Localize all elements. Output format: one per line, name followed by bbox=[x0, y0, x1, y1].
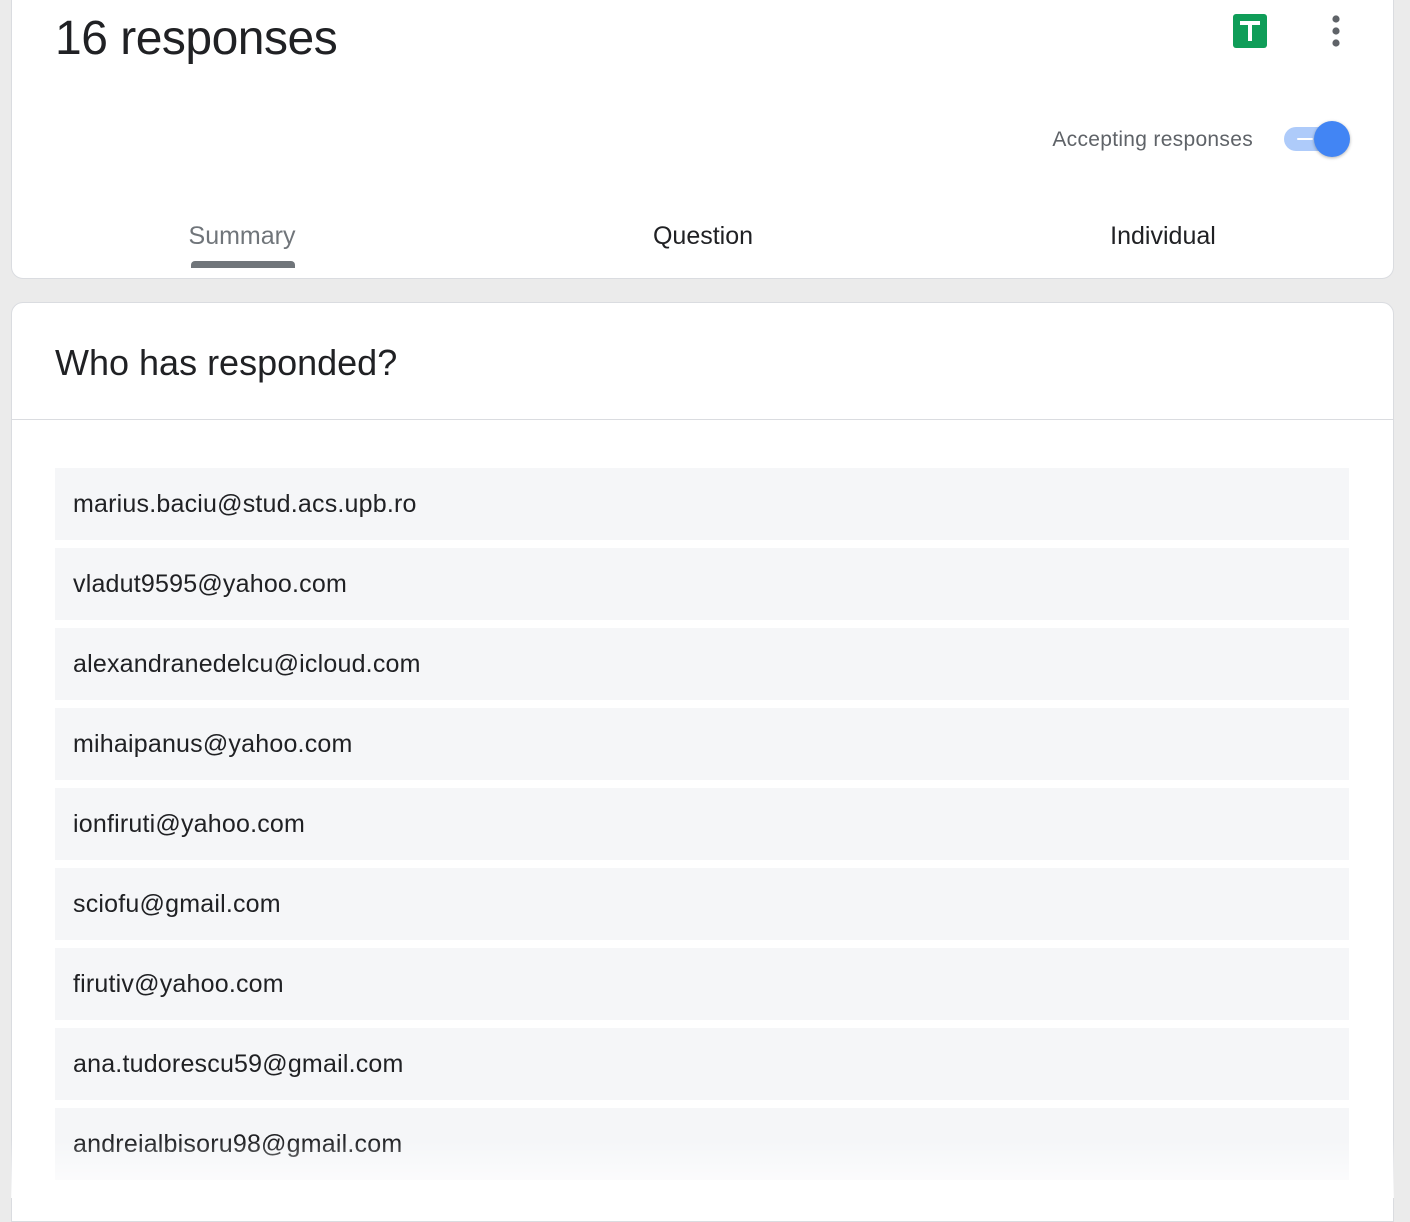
responses-header-card: 16 responses Accepting responses Summary… bbox=[11, 0, 1394, 279]
respondent-email: vladut9595@yahoo.com bbox=[73, 569, 347, 598]
respondent-row[interactable]: ana.tudorescu59@gmail.com bbox=[55, 1028, 1349, 1100]
respondent-email: marius.baciu@stud.acs.upb.ro bbox=[73, 489, 417, 518]
respondent-row[interactable]: firutiv@yahoo.com bbox=[55, 948, 1349, 1020]
respondent-row[interactable]: marius.baciu@stud.acs.upb.ro bbox=[55, 468, 1349, 540]
respondent-row[interactable]: mihaipanus@yahoo.com bbox=[55, 708, 1349, 780]
link-to-sheets-button[interactable] bbox=[1232, 13, 1268, 49]
respondent-row[interactable]: andreialbisoru98@gmail.com bbox=[55, 1108, 1349, 1180]
respondent-row[interactable]: sciofu@gmail.com bbox=[55, 868, 1349, 940]
respondent-email: ana.tudorescu59@gmail.com bbox=[73, 1049, 404, 1078]
responses-tabs: Summary Question Individual bbox=[12, 213, 1393, 279]
respondent-email: andreialbisoru98@gmail.com bbox=[73, 1129, 403, 1158]
respondent-email: sciofu@gmail.com bbox=[73, 889, 281, 918]
respondent-email: alexandranedelcu@icloud.com bbox=[73, 649, 421, 678]
respondent-email: mihaipanus@yahoo.com bbox=[73, 729, 353, 758]
page-title: 16 responses bbox=[55, 12, 338, 65]
more-vert-icon bbox=[1332, 15, 1340, 47]
toggle-knob bbox=[1314, 121, 1350, 157]
divider bbox=[12, 419, 1393, 420]
respondents-card: Who has responded? marius.baciu@stud.acs… bbox=[11, 302, 1394, 1222]
active-tab-indicator bbox=[191, 261, 295, 268]
accepting-responses-toggle[interactable] bbox=[1284, 121, 1352, 157]
tab-summary[interactable]: Summary bbox=[92, 213, 392, 279]
tab-individual[interactable]: Individual bbox=[1013, 213, 1313, 279]
respondents-heading: Who has responded? bbox=[55, 342, 398, 383]
respondent-email: ionfiruti@yahoo.com bbox=[73, 809, 306, 838]
google-sheets-icon bbox=[1233, 14, 1267, 48]
tab-question[interactable]: Question bbox=[553, 213, 853, 279]
respondent-row[interactable]: ionfiruti@yahoo.com bbox=[55, 788, 1349, 860]
more-options-button[interactable] bbox=[1318, 11, 1354, 51]
accepting-responses-label: Accepting responses bbox=[1052, 128, 1253, 151]
respondent-row[interactable]: vladut9595@yahoo.com bbox=[55, 548, 1349, 620]
respondent-row[interactable]: alexandranedelcu@icloud.com bbox=[55, 628, 1349, 700]
respondent-email: firutiv@yahoo.com bbox=[73, 969, 284, 998]
